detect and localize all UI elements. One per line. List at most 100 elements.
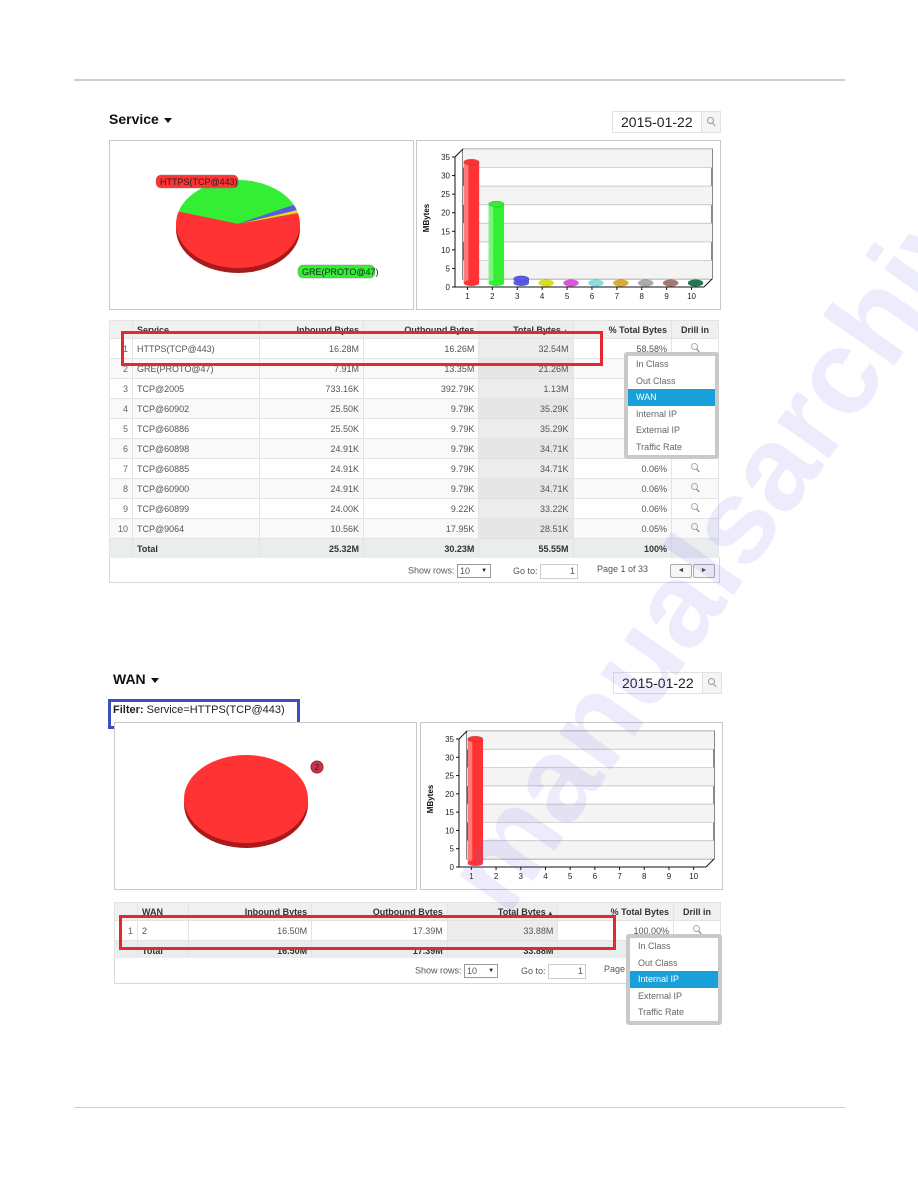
drill-menu-item[interactable]: In Class xyxy=(628,356,715,373)
row-percent: 0.05% xyxy=(572,518,673,539)
y-tick-label: 20 xyxy=(445,790,454,799)
bar-top xyxy=(467,735,484,743)
drill-menu-item[interactable]: Internal IP xyxy=(630,971,718,988)
drill-menu-item[interactable]: Traffic Rate xyxy=(630,1004,718,1021)
y-tick-label: 10 xyxy=(441,246,450,255)
grid-band xyxy=(467,767,714,786)
wan-date-picker[interactable]: 2015-01-22 xyxy=(613,672,722,694)
date-search-button[interactable] xyxy=(701,673,721,693)
bar-top xyxy=(463,158,480,166)
row-outbound: 9.79K xyxy=(363,458,480,479)
drill-menu-item[interactable]: External IP xyxy=(630,988,718,1005)
row-index: 10 xyxy=(109,518,133,539)
date-search-button[interactable] xyxy=(700,112,720,132)
y-tick-label: 25 xyxy=(441,190,450,199)
column-header[interactable]: % Total Bytes xyxy=(557,902,674,921)
row-index: 3 xyxy=(109,378,133,399)
column-header[interactable]: Service xyxy=(132,320,260,339)
top-rule xyxy=(74,79,845,81)
total-total: 55.55M xyxy=(478,538,574,559)
bar xyxy=(613,279,629,287)
date-value[interactable]: 2015-01-22 xyxy=(614,673,702,693)
sort-asc-icon: ▲ xyxy=(545,910,554,917)
bar xyxy=(588,279,604,287)
row-inbound: 16.28M xyxy=(258,338,365,359)
drill-menu-item[interactable]: External IP xyxy=(628,422,715,439)
total-percent: 100% xyxy=(572,538,673,559)
x-tick-label: 1 xyxy=(465,292,470,301)
magnifier-icon xyxy=(690,503,698,510)
x-tick-label: 3 xyxy=(519,872,524,881)
bar-base xyxy=(467,860,484,866)
column-header[interactable]: Drill in xyxy=(673,902,721,921)
x-axis-depth xyxy=(705,858,715,868)
service-drill-menu: In Class Out Class WAN Internal IP External … xyxy=(624,352,719,459)
column-header[interactable]: Outbound Bytes xyxy=(311,902,448,921)
row-name: TCP@60885 xyxy=(132,458,260,479)
row-index: 1 xyxy=(114,920,138,941)
column-header[interactable]: Outbound Bytes xyxy=(363,320,480,339)
drill-in-button[interactable] xyxy=(671,458,719,479)
row-total: 33.88M xyxy=(446,920,559,941)
row-name: TCP@60899 xyxy=(132,498,260,519)
column-header[interactable]: Inbound Bytes xyxy=(258,320,365,339)
wan-title-text: WAN xyxy=(113,671,146,687)
service-panel-title[interactable]: Service xyxy=(109,111,172,127)
pie-label: 2 xyxy=(315,763,320,772)
y-tick-label: 5 xyxy=(446,264,451,273)
drill-menu-item[interactable]: Out Class xyxy=(630,955,718,972)
x-tick-label: 6 xyxy=(593,872,598,881)
column-header[interactable]: WAN xyxy=(136,902,190,921)
pie-label: GRE(PROTO@47) xyxy=(302,267,378,277)
table-row[interactable]: 9 TCP@60899 24.00K 9.22K 33.22K 0.06% xyxy=(109,498,719,519)
column-header[interactable]: Total Bytes ▲ xyxy=(446,902,559,921)
x-tick-label: 6 xyxy=(590,292,595,301)
column-header[interactable]: Drill in xyxy=(671,320,719,339)
bar-top xyxy=(513,275,530,283)
drill-in-button[interactable] xyxy=(671,518,719,539)
y-axis-label: MBytes xyxy=(422,203,431,232)
column-header[interactable]: Inbound Bytes xyxy=(188,902,313,921)
wan-panel-title[interactable]: WAN xyxy=(113,671,159,687)
bar-base xyxy=(488,280,505,286)
row-index: 4 xyxy=(109,398,133,419)
drill-menu-item[interactable]: Traffic Rate xyxy=(628,439,715,456)
show-rows-select[interactable]: 10 xyxy=(464,964,499,978)
row-index: 5 xyxy=(109,418,133,439)
column-header[interactable]: Total Bytes ▲ xyxy=(478,320,574,339)
y-tick-label: 15 xyxy=(445,808,454,817)
drill-menu-item[interactable]: Internal IP xyxy=(628,406,715,423)
row-name: TCP@60886 xyxy=(132,418,260,439)
row-outbound: 9.79K xyxy=(363,438,480,459)
goto-input[interactable]: 1 xyxy=(540,564,579,579)
x-axis-depth xyxy=(703,278,713,288)
table-row[interactable]: 7 TCP@60885 24.91K 9.79K 34.71K 0.06% xyxy=(109,458,719,479)
drill-menu-item[interactable]: Out Class xyxy=(628,373,715,390)
row-outbound: 13.35M xyxy=(363,358,480,379)
row-index: 6 xyxy=(109,438,133,459)
next-page-button[interactable]: ► xyxy=(693,564,715,578)
filter-text: Filter: Service=HTTPS(TCP@443) xyxy=(113,704,285,716)
row-outbound: 9.22K xyxy=(363,498,480,519)
sort-asc-icon: ▲ xyxy=(560,328,569,335)
row-percent: 0.06% xyxy=(572,498,673,519)
service-date-picker[interactable]: 2015-01-22 xyxy=(612,111,721,133)
drill-menu-item[interactable]: WAN xyxy=(628,389,715,406)
goto-input[interactable]: 1 xyxy=(548,964,587,979)
goto-label: Go to: xyxy=(513,565,538,576)
y-tick-label: 35 xyxy=(445,735,454,744)
drill-in-button[interactable] xyxy=(671,498,719,519)
show-rows-select[interactable]: 10 xyxy=(457,564,492,578)
date-value[interactable]: 2015-01-22 xyxy=(613,112,701,132)
x-tick-label: 10 xyxy=(689,872,698,881)
row-name: TCP@2005 xyxy=(132,378,260,399)
magnifier-icon xyxy=(690,343,698,350)
drill-menu-item[interactable]: In Class xyxy=(630,938,718,955)
bar xyxy=(638,279,654,287)
table-row[interactable]: 8 TCP@60900 24.91K 9.79K 34.71K 0.06% xyxy=(109,478,719,499)
column-header[interactable]: % Total Bytes xyxy=(572,320,673,339)
drill-in-button[interactable] xyxy=(671,478,719,499)
prev-page-button[interactable]: ◄ xyxy=(670,564,692,578)
table-row[interactable]: 10 TCP@9064 10.56K 17.95K 28.51K 0.05% xyxy=(109,518,719,539)
x-tick-label: 3 xyxy=(515,292,520,301)
